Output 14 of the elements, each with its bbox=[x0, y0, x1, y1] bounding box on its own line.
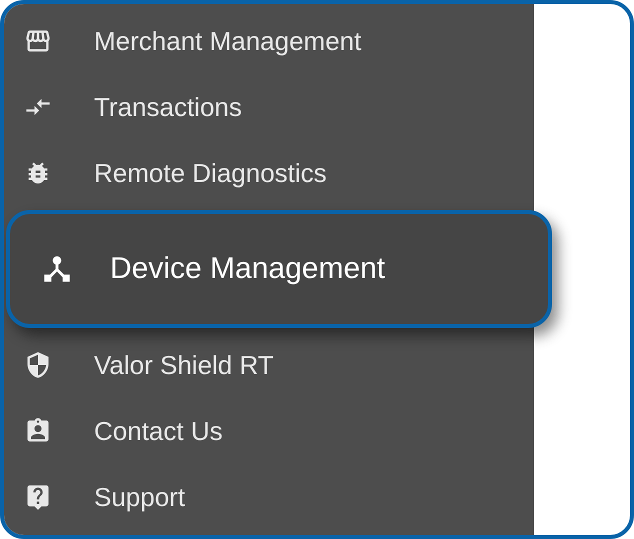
sidebar-item[interactable]: Contact Us bbox=[4, 398, 534, 464]
sidebar-item-label: Remote Diagnostics bbox=[94, 158, 327, 188]
sidebar-item-label: Contact Us bbox=[94, 416, 223, 446]
sidebar-item-label: Merchant Management bbox=[94, 26, 362, 56]
sidebar-item-label: Support bbox=[94, 482, 186, 512]
sidebar-item[interactable]: Merchant Management bbox=[4, 8, 534, 74]
sidebar-item[interactable]: Support bbox=[4, 464, 534, 530]
sidebar-item[interactable]: Device Management bbox=[6, 210, 552, 328]
sidebar-item-label: Transactions bbox=[94, 92, 242, 122]
sidebar-item[interactable]: Valor Shield RT bbox=[4, 332, 534, 398]
sidebar-item[interactable]: Transactions bbox=[4, 74, 534, 140]
sidebar-item-label: Device Management bbox=[110, 252, 386, 286]
sidebar-item[interactable]: Remote Diagnostics bbox=[4, 140, 534, 206]
sidebar-item-label: Valor Shield RT bbox=[94, 350, 274, 380]
